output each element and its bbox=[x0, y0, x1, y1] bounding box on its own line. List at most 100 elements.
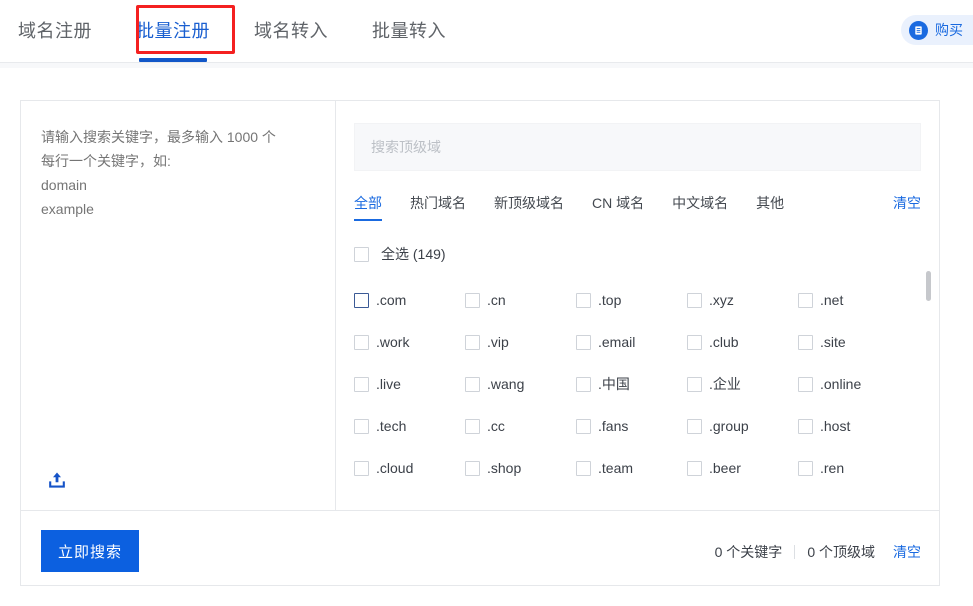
tld-option[interactable]: .cn bbox=[465, 292, 576, 308]
tld-option[interactable]: .team bbox=[576, 460, 687, 476]
tld-checkbox[interactable] bbox=[798, 418, 813, 434]
tld-checkbox[interactable] bbox=[576, 334, 591, 350]
filter-tab-5[interactable]: 其他 bbox=[756, 193, 784, 221]
tld-checkbox[interactable] bbox=[687, 460, 702, 476]
tld-label: .live bbox=[376, 376, 401, 392]
tld-option[interactable]: .beer bbox=[687, 460, 798, 476]
tld-label: .team bbox=[598, 460, 634, 476]
purchase-button[interactable]: 购买 bbox=[901, 15, 973, 45]
keyword-panel bbox=[21, 101, 336, 510]
filter-tab-2[interactable]: 新顶级域名 bbox=[494, 193, 564, 221]
tld-option[interactable]: .club bbox=[687, 334, 798, 350]
tld-checkbox[interactable] bbox=[354, 418, 369, 434]
tld-label: .host bbox=[820, 418, 851, 434]
tld-label: .fans bbox=[598, 418, 629, 434]
tld-option[interactable]: .企业 bbox=[687, 374, 798, 394]
footer-divider bbox=[794, 545, 796, 559]
tld-option[interactable]: .group bbox=[687, 418, 798, 434]
tld-option[interactable]: .online bbox=[798, 376, 909, 392]
nav-tab-2[interactable]: 域名转入 bbox=[254, 0, 328, 63]
tld-checkbox[interactable] bbox=[354, 334, 369, 350]
tld-checkbox[interactable] bbox=[465, 334, 480, 350]
tld-checkbox[interactable] bbox=[465, 292, 480, 308]
tld-label: .net bbox=[820, 292, 844, 308]
search-now-button[interactable]: 立即搜索 bbox=[41, 530, 139, 572]
footer-status: 0 个关键字 0 个顶级域 清空 bbox=[715, 542, 921, 562]
tld-option[interactable]: .live bbox=[354, 376, 465, 392]
tld-option[interactable]: .site bbox=[798, 334, 909, 350]
tld-checkbox[interactable] bbox=[465, 460, 480, 476]
tld-label: .top bbox=[598, 292, 622, 308]
tld-scrollbar-track[interactable] bbox=[926, 271, 931, 499]
tld-checkbox[interactable] bbox=[798, 292, 813, 308]
nav-tab-3[interactable]: 批量转入 bbox=[372, 0, 446, 63]
tld-option[interactable]: .work bbox=[354, 334, 465, 350]
tld-label: .club bbox=[709, 334, 739, 350]
tld-option[interactable]: .fans bbox=[576, 418, 687, 434]
tld-checkbox[interactable] bbox=[465, 418, 480, 434]
tld-checkbox[interactable] bbox=[798, 334, 813, 350]
tld-label: .tech bbox=[376, 418, 407, 434]
tld-option[interactable]: .cloud bbox=[354, 460, 465, 476]
tld-option[interactable]: .shop bbox=[465, 460, 576, 476]
tld-option[interactable]: .tech bbox=[354, 418, 465, 434]
header-bar: 域名注册 批量注册 域名转入 批量转入 购买 bbox=[0, 0, 973, 63]
tld-label: .中国 bbox=[598, 376, 630, 392]
footer-clear-link[interactable]: 清空 bbox=[893, 542, 921, 562]
tld-label: .ren bbox=[820, 460, 845, 476]
tld-checkbox[interactable] bbox=[354, 292, 369, 308]
tld-checkbox[interactable] bbox=[576, 292, 591, 308]
tld-filter-clear-link[interactable]: 清空 bbox=[893, 193, 921, 221]
tld-checkbox[interactable] bbox=[576, 376, 591, 392]
select-all-row[interactable]: 全选 (149) bbox=[354, 244, 446, 264]
tld-checkbox[interactable] bbox=[798, 376, 813, 392]
tld-count-label: 0 个顶级域 bbox=[807, 544, 875, 560]
tld-label: .cn bbox=[487, 292, 506, 308]
tld-search-box[interactable] bbox=[354, 123, 921, 171]
tld-checkbox[interactable] bbox=[687, 292, 702, 308]
tld-label: .group bbox=[709, 418, 749, 434]
keyword-count-label: 0 个关键字 bbox=[714, 544, 783, 560]
filter-tab-0[interactable]: 全部 bbox=[354, 193, 382, 221]
tld-checkbox[interactable] bbox=[576, 418, 591, 434]
tld-option[interactable]: .ren bbox=[798, 460, 909, 476]
tld-option[interactable]: .host bbox=[798, 418, 909, 434]
tld-option[interactable]: .com bbox=[354, 292, 465, 308]
tld-label: .cc bbox=[487, 418, 505, 434]
tld-scrollbar-thumb[interactable] bbox=[926, 271, 931, 301]
filter-tab-4[interactable]: 中文域名 bbox=[672, 193, 728, 221]
tld-checkbox[interactable] bbox=[354, 460, 369, 476]
tld-checkbox[interactable] bbox=[687, 376, 702, 392]
keyword-textarea[interactable] bbox=[21, 101, 335, 510]
tld-option[interactable]: .cc bbox=[465, 418, 576, 434]
purchase-label: 购买 bbox=[935, 22, 963, 38]
tld-grid-wrapper: .com .cn .top .xyz .net .work .vip .email .club.… bbox=[354, 279, 921, 499]
tld-label: .beer bbox=[709, 460, 741, 476]
tld-checkbox[interactable] bbox=[798, 460, 813, 476]
tld-option[interactable]: .email bbox=[576, 334, 687, 350]
tld-checkbox[interactable] bbox=[576, 460, 591, 476]
filter-tab-3[interactable]: CN 域名 bbox=[592, 193, 644, 221]
nav-tabs: 域名注册 批量注册 域名转入 批量转入 bbox=[18, 0, 490, 63]
tld-checkbox[interactable] bbox=[354, 376, 369, 392]
tld-option[interactable]: .top bbox=[576, 292, 687, 308]
tld-search-input[interactable] bbox=[355, 124, 920, 170]
tld-label: .online bbox=[820, 376, 862, 392]
tld-option[interactable]: .wang bbox=[465, 376, 576, 392]
tld-option[interactable]: .中国 bbox=[576, 374, 687, 394]
tld-option[interactable]: .xyz bbox=[687, 292, 798, 308]
nav-tab-1[interactable]: 批量注册 bbox=[136, 0, 210, 63]
subheader-band bbox=[0, 63, 973, 68]
tld-label: .work bbox=[376, 334, 410, 350]
upload-icon[interactable] bbox=[43, 466, 71, 494]
tld-option[interactable]: .net bbox=[798, 292, 909, 308]
filter-tab-1[interactable]: 热门域名 bbox=[410, 193, 466, 221]
select-all-checkbox[interactable] bbox=[354, 246, 369, 262]
card-body: 全部热门域名新顶级域名CN 域名中文域名其他清空 全选 (149) .com.c… bbox=[21, 101, 939, 510]
tld-checkbox[interactable] bbox=[687, 418, 702, 434]
tld-label: .xyz bbox=[709, 292, 734, 308]
tld-option[interactable]: .vip bbox=[465, 334, 576, 350]
tld-checkbox[interactable] bbox=[465, 376, 480, 392]
nav-tab-0[interactable]: 域名注册 bbox=[18, 0, 92, 63]
tld-checkbox[interactable] bbox=[687, 334, 702, 350]
